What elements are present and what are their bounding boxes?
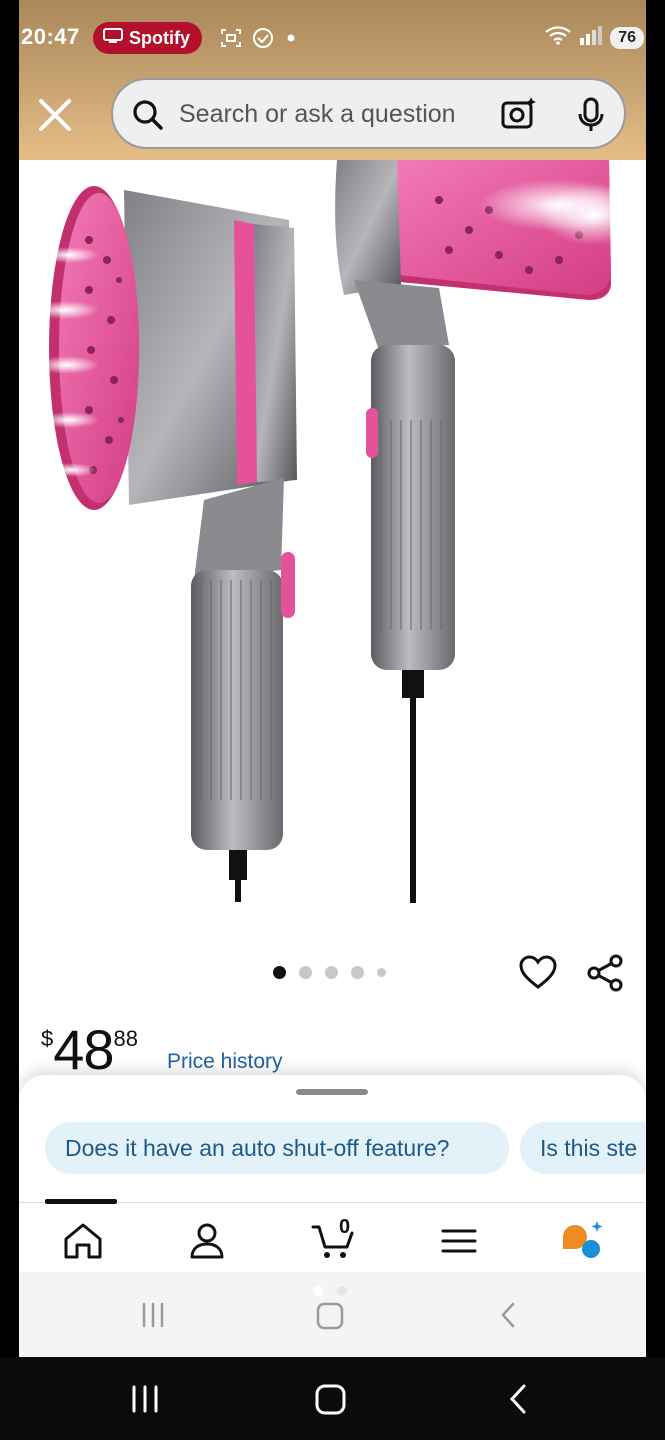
bottom-nav (19, 1199, 646, 1272)
carousel-dot-5[interactable] (377, 968, 386, 977)
recents-icon (142, 1302, 164, 1328)
status-right: 76 (544, 24, 644, 51)
carousel-dot-4[interactable] (351, 966, 364, 979)
cast-icon (103, 27, 123, 49)
system-recents-button (132, 1385, 158, 1413)
header: 20:47 Spotify 76 Search or ask a questio… (19, 0, 646, 160)
nav-account[interactable] (185, 1219, 229, 1263)
ai-assistant-icon (563, 1221, 603, 1258)
status-bar: 20:47 Spotify 76 (19, 16, 646, 60)
close-icon (39, 99, 71, 131)
nav-menu[interactable] (437, 1219, 481, 1263)
nav-home[interactable] (61, 1219, 105, 1263)
app-frame: 20:47 Spotify 76 Search or ask a questio… (19, 0, 646, 1357)
cart-count-badge: 0 (339, 1216, 351, 1238)
menu-icon (441, 1229, 477, 1253)
nav-ai-assistant[interactable] (559, 1219, 603, 1263)
home-square-icon (316, 1302, 344, 1330)
search-bar[interactable] (111, 78, 626, 149)
price-fraction: 88 (113, 1026, 139, 1051)
check-circle-icon (251, 26, 275, 55)
screenshot-icon (219, 26, 243, 55)
signal-icon (578, 24, 604, 51)
product-price: $ 48 88 (41, 1020, 138, 1080)
share-button[interactable] (585, 953, 625, 993)
carousel-dot-1[interactable] (273, 966, 286, 979)
status-time: 20:47 (21, 24, 80, 49)
steamer-left-illustration (31, 186, 297, 902)
wishlist-button[interactable] (518, 953, 558, 993)
price-currency: $ (41, 1026, 54, 1051)
product-image[interactable] (19, 160, 646, 940)
steamer-right-illustration (335, 160, 646, 903)
suggestion-chip[interactable]: Does it have an auto shut-off feature? (45, 1122, 509, 1174)
browser-gesture-area (19, 1272, 646, 1357)
search-icon (131, 98, 165, 137)
home-icon (64, 1223, 102, 1259)
system-home-button (315, 1384, 346, 1415)
status-icons (219, 26, 299, 55)
camera-search-icon[interactable] (500, 95, 538, 138)
spotify-label: Spotify (129, 27, 190, 48)
dot-indicator-icon (283, 26, 299, 55)
ai-suggestions-sheet: Does it have an auto shut-off feature? I… (19, 1075, 646, 1203)
heart-icon (519, 955, 557, 989)
spotify-notification-pill[interactable]: Spotify (93, 22, 202, 54)
system-nav-bar (0, 1357, 665, 1440)
battery-indicator: 76 (610, 26, 644, 49)
share-icon (587, 954, 623, 992)
carousel-dot-2[interactable] (299, 966, 312, 979)
back-icon (501, 1302, 515, 1328)
wifi-icon (544, 24, 572, 51)
system-back-button (509, 1384, 526, 1414)
price-history-link[interactable]: Price history (167, 1050, 283, 1074)
suggestion-chip[interactable]: Is this ste (520, 1122, 646, 1174)
microphone-icon[interactable] (576, 96, 606, 139)
search-input[interactable] (179, 100, 489, 129)
nav-active-indicator (45, 1199, 117, 1204)
image-carousel-dots[interactable] (273, 966, 386, 979)
carousel-dot-3[interactable] (325, 966, 338, 979)
close-button[interactable] (35, 95, 75, 135)
account-icon (190, 1223, 224, 1259)
sheet-drag-handle[interactable] (296, 1089, 368, 1095)
price-whole: 48 (53, 1018, 114, 1081)
inner-nav-icons (142, 1302, 515, 1330)
